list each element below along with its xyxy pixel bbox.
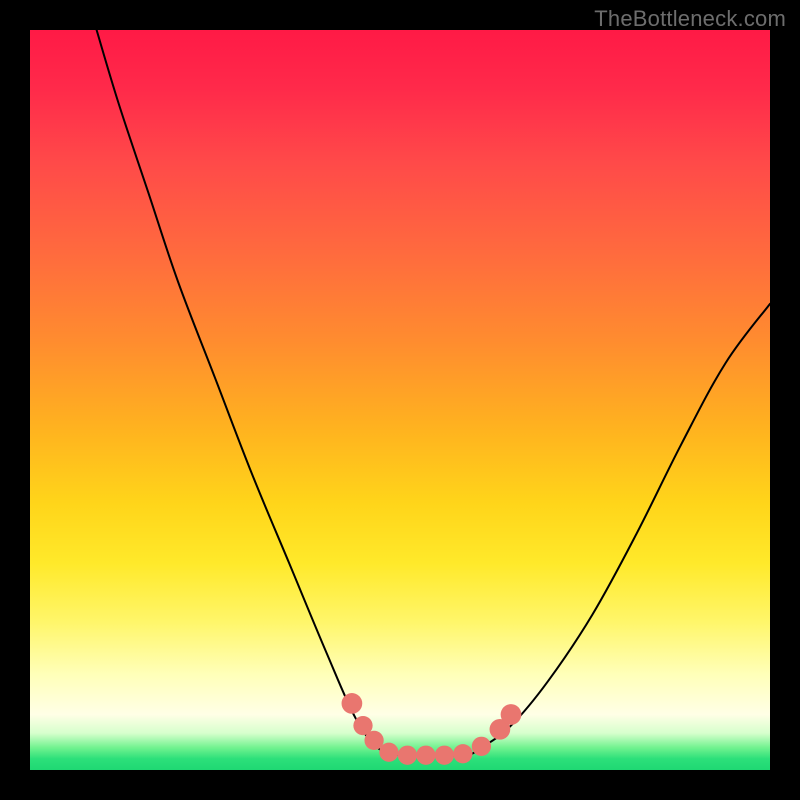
watermark-text: TheBottleneck.com bbox=[594, 6, 786, 32]
highlight-marker bbox=[342, 693, 363, 714]
highlight-marker bbox=[472, 737, 491, 756]
highlight-markers bbox=[342, 693, 522, 765]
highlight-marker bbox=[416, 746, 435, 765]
highlight-marker bbox=[501, 704, 522, 725]
highlight-marker bbox=[453, 744, 472, 763]
chart-frame: TheBottleneck.com bbox=[0, 0, 800, 800]
highlight-marker bbox=[379, 743, 398, 762]
curve-layer bbox=[30, 30, 770, 770]
bottleneck-curve bbox=[97, 30, 770, 756]
bottleneck-curve-path bbox=[97, 30, 770, 756]
highlight-marker bbox=[398, 746, 417, 765]
plot-area bbox=[30, 30, 770, 770]
highlight-marker bbox=[435, 746, 454, 765]
